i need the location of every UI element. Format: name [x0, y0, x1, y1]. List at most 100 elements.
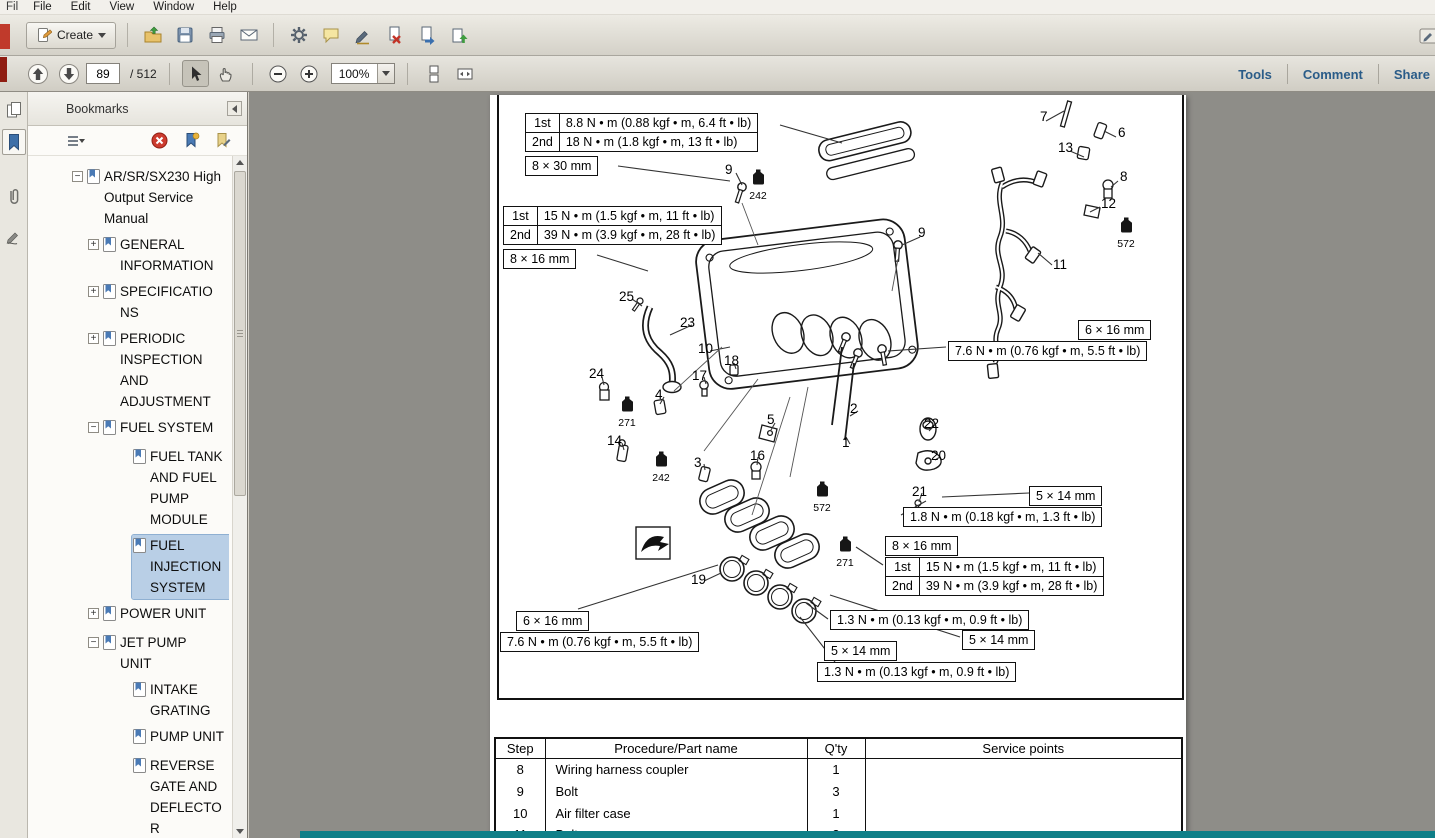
bookmark-item[interactable]: −JET PUMP UNIT: [28, 632, 229, 675]
bookmarks-panel: Bookmarks: [28, 92, 248, 838]
menu-view[interactable]: View: [110, 1, 135, 13]
bookmark-item[interactable]: −FUEL SYSTEM: [28, 417, 229, 442]
menu-window[interactable]: Window: [153, 1, 194, 13]
extract-pages-button[interactable]: [413, 22, 440, 49]
spec-box: 6 × 16 mm: [516, 611, 589, 631]
zoom-out-button[interactable]: [265, 60, 292, 87]
loctite-tag: 572: [810, 481, 834, 514]
bookmark-item[interactable]: FUEL TANK AND FUEL PUMP MODULE: [28, 446, 229, 531]
bookmark-item[interactable]: +POWER UNIT: [28, 603, 229, 628]
expand-plus-icon[interactable]: +: [88, 239, 99, 250]
scrollbar-thumb[interactable]: [234, 171, 246, 496]
print-button[interactable]: [203, 22, 230, 49]
bookmark-row-body: INTAKE GRATING: [132, 679, 229, 722]
clipped-toolbar-button[interactable]: [1415, 22, 1435, 49]
zoom-in-button[interactable]: [296, 60, 323, 87]
bookmark-label: FUEL INJECTION SYSTEM: [150, 535, 229, 598]
loctite-code: 271: [615, 418, 639, 429]
page-thumbnails-tab[interactable]: [2, 97, 26, 123]
signature-icon: [5, 227, 23, 245]
comment-button[interactable]: [317, 22, 344, 49]
bookmark-row-body: FUEL INJECTION SYSTEM: [132, 535, 229, 599]
bookmark-item[interactable]: FUEL INJECTION SYSTEM: [28, 535, 229, 599]
bookmarks-tab[interactable]: [2, 129, 26, 155]
bookmarks-scrollbar[interactable]: [232, 156, 247, 838]
spec-box: 7.6 N • m (0.76 kgf • m, 5.5 ft • lb): [500, 632, 699, 652]
loctite-bottle-icon: [751, 169, 766, 185]
share-link[interactable]: Share: [1379, 67, 1435, 82]
loctite-code: 572: [810, 503, 834, 514]
email-button[interactable]: [235, 22, 262, 49]
previous-page-button[interactable]: [24, 60, 51, 87]
new-bookmark-icon: [183, 132, 200, 149]
menu-file[interactable]: File: [33, 1, 52, 13]
torque-value: 18 N • m (1.8 kgf • m, 13 ft • lb): [560, 132, 757, 151]
sign-button[interactable]: [349, 22, 376, 49]
scrollbar-grip: [237, 330, 243, 337]
settings-button[interactable]: [285, 22, 312, 49]
menu-edit[interactable]: Edit: [71, 1, 91, 13]
upload-share-button[interactable]: [445, 22, 472, 49]
table-row: 8Wiring harness coupler1: [495, 758, 1182, 780]
torque-stage-label: 2nd: [526, 132, 560, 151]
bookmark-item[interactable]: −AR/SR/SX230 High Output Service Manual: [28, 166, 229, 230]
loctite-code: 242: [649, 473, 673, 484]
expand-plus-icon[interactable]: +: [88, 333, 99, 344]
part-number-callout: 19: [691, 572, 706, 587]
scroll-down-arrow[interactable]: [233, 825, 247, 838]
next-page-button[interactable]: [55, 60, 82, 87]
cell-step: 10: [495, 802, 545, 824]
bookmark-item[interactable]: +SPECIFICATIONS: [28, 281, 229, 324]
toolbar-separator: [273, 23, 274, 47]
page-arrow-icon: [417, 25, 437, 45]
bookmark-item[interactable]: REVERSE GATE AND DEFLECTOR: [28, 755, 229, 838]
bookmark-icon: [103, 635, 117, 656]
expand-plus-icon[interactable]: +: [88, 608, 99, 619]
page-number-input[interactable]: [86, 63, 120, 84]
bookmark-item[interactable]: + PERIODIC INSPECTION AND ADJUSTMENT: [28, 328, 229, 413]
select-tool-button[interactable]: [182, 60, 209, 87]
hand-tool-button[interactable]: [213, 60, 240, 87]
cell-qty: 1: [807, 802, 865, 824]
collapse-minus-icon[interactable]: −: [72, 171, 83, 182]
create-button[interactable]: Create: [26, 22, 116, 49]
torque-value: 15 N • m (1.5 kgf • m, 11 ft • lb): [920, 558, 1104, 576]
options-list-icon: [66, 133, 86, 149]
signatures-tab[interactable]: [2, 223, 26, 249]
signature-pen-icon: [353, 25, 373, 45]
bookmark-page-icon: [103, 331, 116, 346]
attachments-tab[interactable]: [2, 183, 26, 209]
zoom-dropdown-button[interactable]: [377, 64, 394, 83]
collapse-panel-button[interactable]: [227, 101, 242, 116]
loctite-bottle-icon: [654, 451, 669, 467]
bookmark-icon: [133, 682, 147, 703]
menu-help[interactable]: Help: [213, 1, 237, 13]
page-count-label: / 512: [130, 67, 157, 81]
bookmark-item[interactable]: + GENERAL INFORMATION: [28, 234, 229, 277]
bookmark-item[interactable]: INTAKE GRATING: [28, 679, 229, 722]
bookmark-item[interactable]: PUMP UNIT: [28, 726, 229, 751]
fit-width-button[interactable]: [451, 60, 478, 87]
collapse-minus-icon[interactable]: −: [88, 637, 99, 648]
envelope-icon: [239, 25, 259, 45]
open-button[interactable]: [139, 22, 166, 49]
delete-pages-button[interactable]: [381, 22, 408, 49]
bookmark-options-button[interactable]: [66, 131, 86, 151]
bookmark-highlight-button[interactable]: [213, 131, 233, 151]
zoom-level-dropdown[interactable]: 100%: [331, 63, 396, 84]
save-button[interactable]: [171, 22, 198, 49]
collapse-minus-icon[interactable]: −: [88, 422, 99, 433]
navigation-pane-rail: [0, 92, 28, 838]
tools-link[interactable]: Tools: [1223, 67, 1287, 82]
scrolling-mode-button[interactable]: [420, 60, 447, 87]
bookmark-label: GENERAL INFORMATION: [120, 234, 217, 276]
comment-link[interactable]: Comment: [1288, 67, 1378, 82]
expand-plus-icon[interactable]: +: [88, 286, 99, 297]
new-bookmark-button[interactable]: [181, 131, 201, 151]
document-view-area[interactable]: 1st8.8 N • m (0.88 kgf • m, 6.4 ft • lb)…: [249, 92, 1435, 838]
delete-bookmark-button[interactable]: [149, 131, 169, 151]
bookmark-label: PERIODIC INSPECTION AND ADJUSTMENT: [120, 328, 217, 412]
scroll-up-arrow[interactable]: [233, 156, 247, 169]
loctite-tag: 242: [746, 169, 770, 202]
spec-box: 8 × 30 mm: [525, 156, 598, 176]
